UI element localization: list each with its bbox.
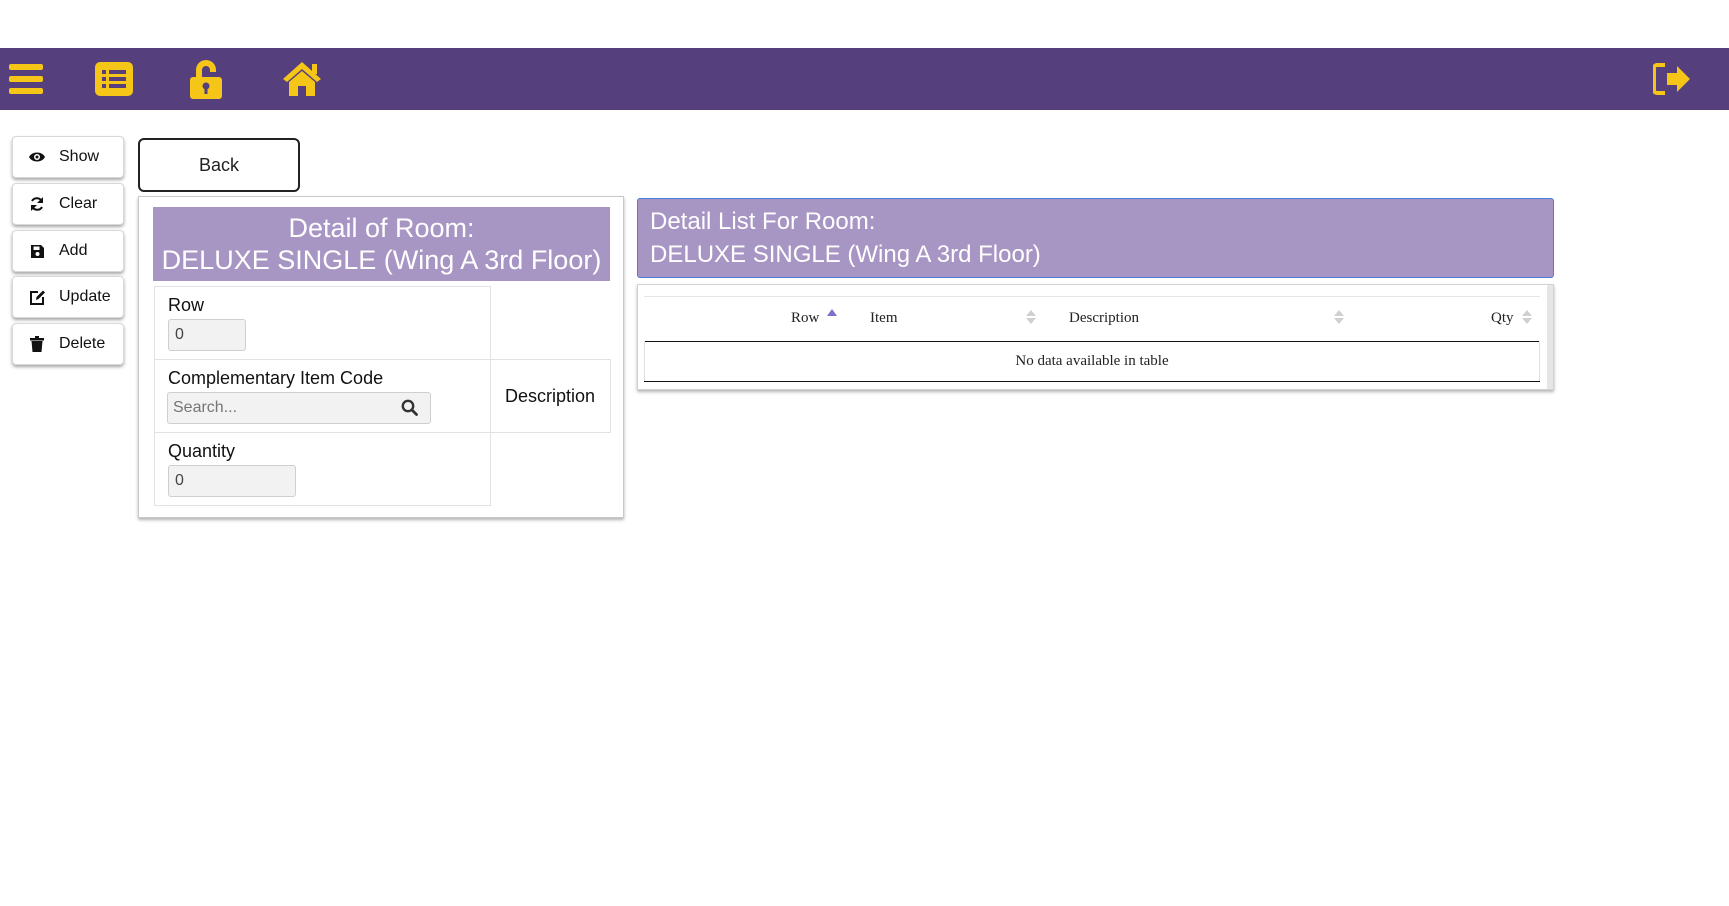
trash-icon [27,334,47,354]
table-top-rule [644,296,1540,297]
search-icon[interactable] [401,399,418,421]
room-detail-panel: Detail of Room: DELUXE SINGLE (Wing A 3r… [138,196,624,518]
item-code-search-input[interactable] [168,393,398,423]
eye-icon [27,147,47,167]
description-cell: Description [490,359,611,433]
room-detail-header: Detail of Room: DELUXE SINGLE (Wing A 3r… [153,207,610,281]
sort-icon[interactable] [1026,307,1036,327]
show-button[interactable]: Show [12,136,124,178]
table-header-rule [644,341,1540,342]
table-empty-message: No data available in table [1015,353,1169,369]
sign-out-icon[interactable] [1652,48,1692,110]
list-icon[interactable] [94,48,134,110]
add-button[interactable]: Add [12,230,124,272]
edit-icon [27,287,47,307]
clear-button-label: Clear [59,195,98,212]
item-code-search [167,392,431,424]
sort-ascending-icon[interactable] [827,307,837,327]
detail-list-title: Detail List For Room: [650,208,876,235]
row-input[interactable] [168,319,246,351]
quantity-label: Quantity [168,441,236,461]
column-header-qty[interactable]: Qty [1491,310,1514,327]
detail-list-room-name: DELUXE SINGLE (Wing A 3rd Floor) [650,241,1041,268]
delete-button-label: Delete [59,335,106,352]
update-button[interactable]: Update [12,276,124,318]
delete-button[interactable]: Delete [12,323,124,365]
unlock-icon[interactable] [188,48,224,110]
update-button-label: Update [59,288,111,305]
column-header-row[interactable]: Row [791,310,819,327]
table-scrollbar[interactable] [1547,285,1553,389]
home-icon[interactable] [280,48,324,110]
clear-button[interactable]: Clear [12,183,124,225]
room-detail-title: Detail of Room: [288,213,475,243]
add-button-label: Add [59,242,88,259]
detail-list-header: Detail List For Room: DELUXE SINGLE (Win… [637,198,1554,278]
room-detail-room-name: DELUXE SINGLE (Wing A 3rd Floor) [161,245,602,275]
detail-list-table: Row Item Description Qty No data availab… [637,284,1554,390]
description-label: Description [505,386,596,406]
sort-icon[interactable] [1522,307,1532,327]
save-icon [27,241,47,261]
refresh-icon [27,194,47,214]
quantity-input[interactable] [168,465,296,497]
table-footer-rule [644,381,1540,382]
quantity-field-cell: Quantity [154,432,491,506]
menu-icon[interactable] [8,48,44,110]
top-toolbar [0,48,1729,110]
row-label: Row [168,295,205,315]
row-field-cell: Row [154,286,491,360]
back-button[interactable]: Back [138,138,300,192]
column-header-item[interactable]: Item [870,310,898,327]
item-code-label: Complementary Item Code [168,368,384,388]
show-button-label: Show [59,148,100,165]
item-code-field-cell: Complementary Item Code [154,359,491,433]
column-header-description[interactable]: Description [1069,310,1139,327]
back-button-label: Back [198,154,240,175]
sort-icon[interactable] [1334,307,1344,327]
